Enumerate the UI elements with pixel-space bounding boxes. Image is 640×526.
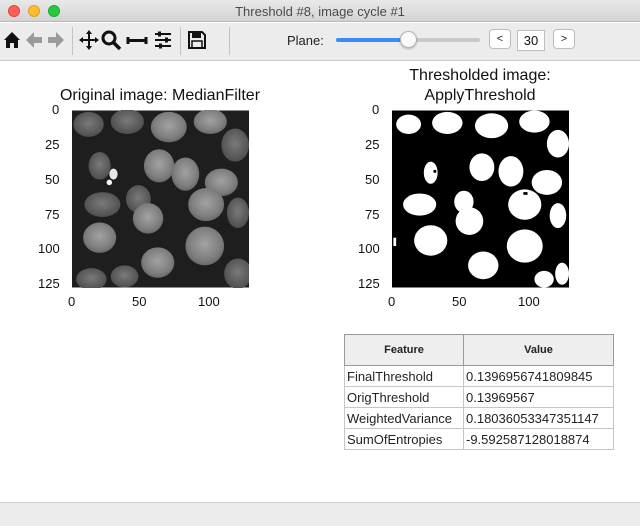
subplot-adjust-icon[interactable] (126, 29, 148, 51)
table-header-row: Feature Value (344, 334, 614, 366)
x-tick: 0 (388, 294, 396, 309)
measurements-table: Feature Value FinalThreshold 0.139695674… (344, 334, 614, 450)
save-icon[interactable] (186, 29, 208, 51)
table-row: FinalThreshold 0.1396956741809845 (344, 365, 614, 387)
zoom-icon[interactable] (100, 29, 122, 51)
y-tick: 25 (45, 137, 60, 152)
plane-slider-fill (336, 38, 408, 42)
app-window: Threshold #8, image cycle #1 Plane: < 30… (0, 0, 640, 526)
plane-number-field[interactable]: 30 (517, 30, 545, 51)
feature-cell: FinalThreshold (344, 365, 464, 387)
toolbar-separator (72, 27, 73, 55)
original-image[interactable] (72, 110, 249, 288)
thresholded-title-line2: ApplyThreshold (424, 87, 536, 104)
pan-icon[interactable] (78, 29, 100, 51)
next-plane-button[interactable]: > (553, 29, 575, 49)
y-tick: 125 (358, 276, 380, 291)
toolbar: Plane: < 30 > (0, 23, 640, 61)
value-column-header: Value (463, 334, 614, 366)
y-tick: 25 (365, 137, 380, 152)
x-tick: 50 (132, 294, 147, 309)
y-tick: 75 (45, 207, 60, 222)
y-tick: 0 (52, 102, 60, 117)
value-cell: -9.592587128018874 (463, 428, 614, 450)
y-tick: 0 (372, 102, 380, 117)
toolbar-separator (180, 27, 181, 55)
home-icon[interactable] (1, 29, 23, 51)
window-title: Threshold #8, image cycle #1 (235, 4, 405, 19)
y-tick: 100 (38, 241, 60, 256)
y-tick: 75 (365, 207, 380, 222)
x-tick: 50 (452, 294, 467, 309)
feature-column-header: Feature (344, 334, 464, 366)
feature-cell: SumOfEntropies (344, 428, 464, 450)
plane-label: Plane: (287, 33, 324, 48)
status-bar (0, 502, 640, 526)
y-tick: 125 (38, 276, 60, 291)
back-arrow-icon[interactable] (23, 29, 45, 51)
previous-plane-button[interactable]: < (489, 29, 511, 49)
thresholded-image[interactable] (392, 110, 569, 288)
y-tick: 50 (45, 172, 60, 187)
forward-arrow-icon[interactable] (45, 29, 67, 51)
table-row: OrigThreshold 0.13969567 (344, 386, 614, 408)
original-image-title: Original image: MedianFilter (59, 87, 261, 104)
table-row: WeightedVariance 0.18036053347351147 (344, 407, 614, 429)
table-row: SumOfEntropies -9.592587128018874 (344, 428, 614, 450)
title-bar: Threshold #8, image cycle #1 (0, 0, 640, 22)
thresholded-image-title: Thresholded image: ApplyThreshold (370, 66, 590, 106)
feature-cell: WeightedVariance (344, 407, 464, 429)
feature-cell: OrigThreshold (344, 386, 464, 408)
configure-icon[interactable] (152, 29, 174, 51)
y-tick: 50 (365, 172, 380, 187)
toolbar-separator (229, 27, 230, 55)
x-tick: 100 (518, 294, 540, 309)
value-cell: 0.13969567 (463, 386, 614, 408)
x-tick: 0 (68, 294, 76, 309)
value-cell: 0.18036053347351147 (463, 407, 614, 429)
plane-slider-thumb[interactable] (399, 31, 417, 48)
x-tick: 100 (198, 294, 220, 309)
value-cell: 0.1396956741809845 (463, 365, 614, 387)
y-tick: 100 (358, 241, 380, 256)
thresholded-title-line1: Thresholded image: (409, 67, 551, 84)
